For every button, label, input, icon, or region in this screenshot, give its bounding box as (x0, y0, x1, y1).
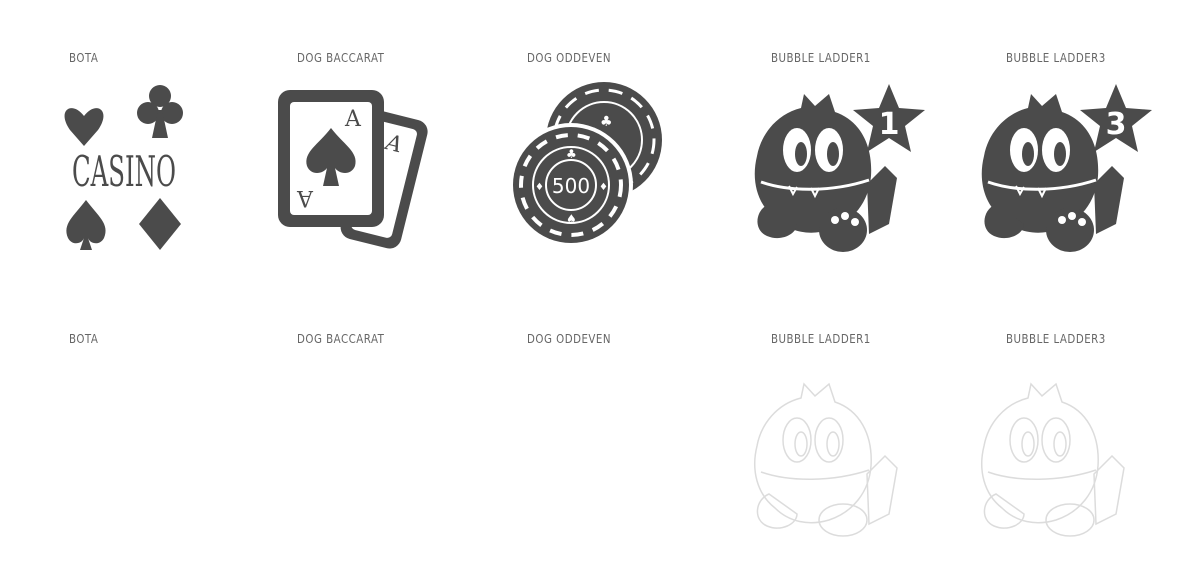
game-tile-dog-oddeven[interactable]: DOG ODDEVEN (527, 290, 697, 562)
game-label: BUBBLE LADDER1 (771, 50, 871, 65)
casino-suits-icon: CASINO (60, 80, 190, 255)
game-tile-dog-baccarat[interactable]: DOG BACCARAT (297, 290, 467, 562)
game-label: DOG ODDEVEN (527, 50, 612, 65)
game-tile-dog-oddeven[interactable]: DOG ODDEVEN ♣ 500 ♣ ♠ ♦ ♦ (509, 0, 697, 290)
game-row-inactive: BOTA DOG BACCARAT DOG ODDEVEN BUBBLE LAD… (0, 290, 1180, 562)
game-tile-bota[interactable]: BOTA (68, 290, 208, 562)
svg-text:A: A (296, 185, 314, 210)
bubble-dragon-ghost-icon (749, 374, 899, 539)
game-label: BOTA (69, 331, 99, 346)
svg-text:1: 1 (879, 107, 900, 142)
svg-text:500: 500 (552, 174, 590, 198)
bubble-dragon-ghost-icon (976, 374, 1126, 539)
game-tile-bubble-ladder1[interactable]: BUBBLE LADDER1 (754, 290, 951, 562)
game-label: BUBBLE LADDER3 (1006, 50, 1106, 65)
svg-text:♣: ♣ (600, 114, 613, 130)
game-label: BUBBLE LADDER3 (1006, 331, 1106, 346)
game-label: DOG BACCARAT (297, 50, 385, 65)
game-tile-bubble-ladder3[interactable]: BUBBLE LADDER3 (981, 290, 1176, 562)
svg-text:♠: ♠ (566, 212, 577, 226)
svg-text:3: 3 (1106, 107, 1127, 142)
svg-text:♦: ♦ (535, 182, 544, 193)
game-tile-bota[interactable]: BOTA CASINO (64, 0, 208, 290)
game-tile-dog-baccarat[interactable]: DOG BACCARAT A A A (278, 0, 467, 290)
game-tile-bubble-ladder1[interactable]: BUBBLE LADDER1 (754, 0, 951, 290)
bubble-dragon-3-icon: 3 (976, 84, 1161, 259)
ace-cards-icon: A A A (275, 86, 440, 256)
game-row-active: BOTA CASINO DOG BACCARAT A A A DOG ODDEV… (0, 0, 1180, 290)
svg-text:A: A (344, 107, 362, 132)
svg-text:♦: ♦ (599, 182, 608, 193)
svg-text:♣: ♣ (566, 147, 577, 161)
game-label: BOTA (69, 50, 99, 65)
game-label: DOG ODDEVEN (527, 331, 612, 346)
game-label: DOG BACCARAT (297, 331, 385, 346)
bubble-dragon-1-icon: 1 (749, 84, 934, 259)
casino-word: CASINO (72, 147, 176, 196)
poker-chips-icon: ♣ 500 ♣ ♠ ♦ ♦ (509, 80, 664, 250)
game-tile-bubble-ladder3[interactable]: BUBBLE LADDER3 3 (981, 0, 1176, 290)
game-label: BUBBLE LADDER1 (771, 331, 871, 346)
